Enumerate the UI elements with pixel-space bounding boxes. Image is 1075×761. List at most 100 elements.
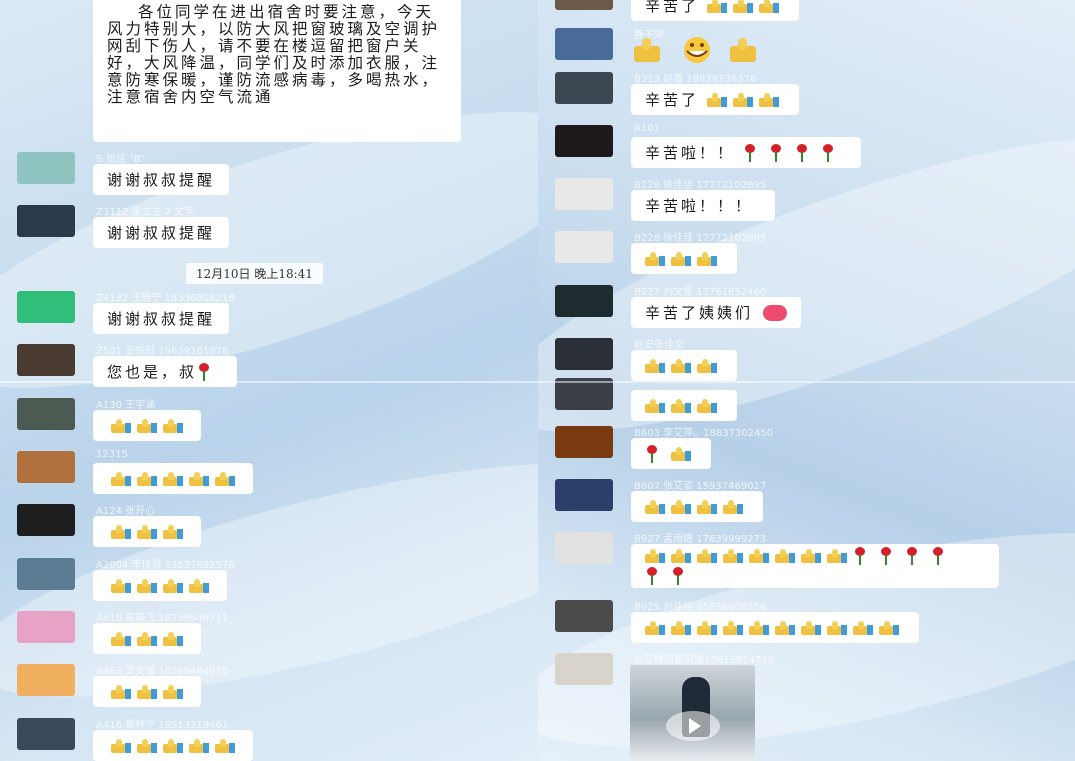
thumbs-up-icon (853, 620, 873, 635)
avatar[interactable] (555, 28, 613, 60)
avatar[interactable] (555, 231, 613, 263)
avatar[interactable] (555, 426, 613, 458)
avatar[interactable] (555, 532, 613, 564)
rose-icon (769, 143, 783, 162)
thumbs-up-icon (671, 549, 691, 563)
avatar[interactable] (17, 504, 75, 536)
thumbs-up-icon (723, 549, 743, 563)
message-bubble[interactable]: 辛苦了 (631, 84, 800, 115)
thumbs-up-icon (111, 578, 131, 593)
avatar[interactable] (555, 600, 613, 632)
sender-name: B228 徐佳佳 17772102895 (634, 233, 767, 244)
sender-name: A101 (634, 123, 660, 134)
rose-icon (795, 143, 809, 162)
video-message[interactable] (630, 665, 755, 761)
avatar[interactable] (555, 125, 613, 157)
avatar[interactable] (17, 611, 75, 643)
message-bubble[interactable]: 辛苦啦！！！ (631, 190, 776, 221)
thumbs-up-icon (189, 471, 209, 486)
avatar[interactable] (555, 178, 613, 210)
message-bubble[interactable]: 辛苦了 (631, 0, 800, 21)
thumbs-up-icon (671, 499, 691, 514)
message-bubble[interactable] (631, 612, 919, 643)
avatar[interactable] (17, 205, 75, 237)
message-text: 辛苦啦！！ (645, 144, 736, 162)
message-bubble[interactable]: 谢谢叔叔提醒 (93, 164, 230, 195)
message-bubble[interactable] (631, 350, 737, 381)
thumbs-up-icon (189, 578, 209, 593)
sender-name: A463 罗文瑾 18790484015 (96, 666, 229, 677)
thumbs-up-icon (759, 0, 780, 13)
message-bubble[interactable] (631, 491, 763, 522)
thumbs-up-icon (163, 738, 183, 753)
avatar[interactable] (17, 291, 75, 323)
thumbs-up-icon (137, 471, 157, 486)
message-bubble[interactable] (93, 516, 201, 547)
emoji-sticker (632, 36, 762, 64)
sender-name: B925 刘佳婷 15638608558 (634, 602, 767, 613)
sender-name: B603 李艾萍。18837302450 (634, 428, 774, 439)
avatar[interactable] (17, 558, 75, 590)
message-bubble[interactable] (93, 463, 253, 494)
thumbs-up-icon (111, 738, 131, 753)
notice-bubble: 各位同学在进出宿舍时要注意，今天风力特别大，以防大风把窗玻璃及空调护网刮下伤人，… (93, 0, 461, 142)
thumbs-up-icon (111, 631, 131, 646)
avatar[interactable] (555, 0, 613, 10)
heart-icon (763, 304, 788, 321)
thumbs-up-icon (775, 620, 795, 635)
thumbs-up-icon (801, 620, 821, 635)
message-bubble[interactable]: 谢谢叔叔提醒 (93, 217, 230, 248)
avatar[interactable] (555, 479, 613, 511)
sender-name: B228 徐佳佳 17772102895 (634, 180, 767, 191)
message-text: 谢谢叔叔提醒 (107, 310, 216, 328)
avatar[interactable] (17, 398, 75, 430)
avatar[interactable] (17, 152, 75, 184)
message-bubble[interactable] (631, 438, 711, 469)
rose-icon (645, 444, 659, 463)
thumbs-up-icon (671, 251, 691, 266)
rose-icon (743, 143, 757, 162)
message-bubble[interactable] (631, 544, 999, 588)
thumbs-up-icon (645, 251, 665, 266)
thumbs-up-icon (111, 471, 131, 486)
message-bubble[interactable] (93, 676, 201, 707)
avatar[interactable] (555, 72, 613, 104)
avatar[interactable] (555, 285, 613, 317)
message-bubble[interactable] (93, 410, 201, 441)
chat-timestamp: 12月10日 晚上18:41 (186, 263, 323, 284)
thumbs-up-icon (733, 0, 754, 13)
thumbs-up-icon (697, 549, 717, 563)
thumbs-up-icon (163, 684, 183, 699)
message-bubble[interactable] (93, 570, 227, 601)
message-text: 辛苦了 (645, 91, 700, 109)
message-bubble[interactable] (93, 730, 253, 761)
thumbs-up-icon (111, 684, 131, 699)
thumbs-up-icon (163, 631, 183, 646)
sender-name: A2094 李佳易 13537682576 (96, 560, 235, 571)
avatar[interactable] (17, 344, 75, 376)
thumbs-up-icon (707, 92, 728, 107)
message-bubble[interactable]: 辛苦啦！！ (631, 137, 862, 168)
thumbs-up-icon (137, 738, 157, 753)
thumbs-up-icon (163, 524, 183, 539)
message-bubble[interactable]: 谢谢叔叔提醒 (93, 303, 230, 334)
thumbs-up-icon (697, 358, 717, 373)
avatar[interactable] (17, 718, 75, 750)
avatar[interactable] (17, 451, 75, 483)
thumbs-up-icon (775, 549, 795, 563)
avatar[interactable] (555, 653, 613, 685)
sender-name: B 张佳 "B" (96, 154, 146, 165)
avatar[interactable] (17, 664, 75, 696)
message-bubble[interactable] (93, 623, 201, 654)
thumbs-up-icon (137, 684, 157, 699)
message-text: 辛苦了姨姨们 (645, 304, 754, 322)
thumbs-up-icon (671, 446, 691, 461)
avatar[interactable] (555, 338, 613, 370)
message-bubble[interactable] (631, 243, 737, 274)
sender-name: 赵宏张佳文 (634, 340, 684, 351)
message-bubble[interactable] (631, 390, 737, 421)
message-bubble[interactable]: 辛苦了姨姨们 (631, 297, 802, 328)
thumbs-up-icon (645, 620, 665, 635)
thumbs-up-icon (137, 578, 157, 593)
play-icon[interactable] (666, 711, 720, 741)
